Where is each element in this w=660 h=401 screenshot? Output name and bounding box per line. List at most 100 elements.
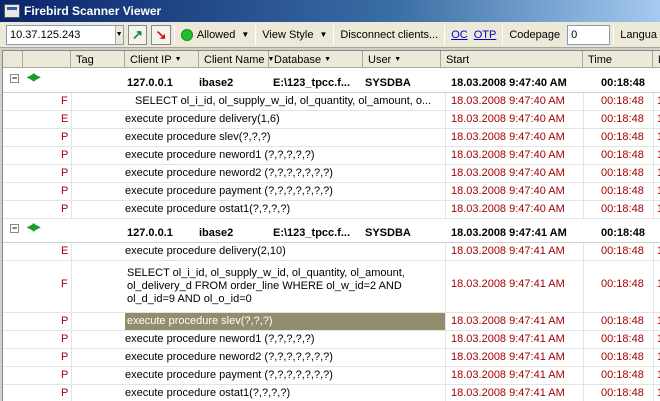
group-client-name: ibase2	[199, 227, 234, 239]
allowed-button[interactable]: Allowed ▼	[178, 25, 252, 45]
row-time: 00:18:48	[601, 167, 644, 179]
row-start: 18.03.2008 9:47:40 AM	[451, 185, 565, 197]
table-row[interactable]: Pexecute procedure slev(?,?,?) 18.03.2008…	[3, 313, 660, 331]
row-start: 18.03.2008 9:47:40 AM	[451, 203, 565, 215]
column-divider	[71, 349, 72, 367]
toolbar-separator	[444, 24, 446, 45]
column-header-extra[interactable]: L	[653, 51, 660, 68]
column-header-label: User	[368, 53, 392, 66]
column-header[interactable]: Time	[583, 51, 653, 68]
column-divider	[445, 111, 446, 129]
column-header[interactable]: Client Name ▼	[199, 51, 274, 68]
table-row[interactable]: Pexecute procedure neword2 (?,?,?,?,?,?,…	[3, 165, 660, 183]
disconnect-clients-button[interactable]: Disconnect clients...	[337, 25, 441, 45]
row-time: 00:18:48	[601, 278, 644, 290]
chevron-down-icon[interactable]: ▼	[175, 56, 182, 63]
connect-icon: ↗	[131, 26, 143, 42]
column-header[interactable]: Tag	[71, 51, 125, 68]
row-time: 00:18:48	[601, 203, 644, 215]
row-tag: F	[61, 278, 68, 290]
column-header[interactable]: Client IP ▼	[125, 51, 199, 68]
row-start: 18.03.2008 9:47:41 AM	[451, 333, 565, 345]
column-divider	[653, 201, 654, 219]
table-row[interactable]: Pexecute procedure slev(?,?,?) 18.03.2008…	[3, 129, 660, 147]
oc-link[interactable]: OC	[448, 25, 471, 45]
chevron-down-icon[interactable]: ▼	[324, 56, 331, 63]
column-header[interactable]: User ▼	[363, 51, 441, 68]
column-divider	[653, 183, 654, 201]
column-header-label: Database	[274, 53, 322, 66]
allowed-label: Allowed	[196, 28, 236, 41]
column-header[interactable]: Database ▼	[269, 51, 363, 68]
group-row[interactable]: − ◀▶ 127.0.0.1 ibase2 E:\123_tpcc.f... SYSDBA…	[3, 219, 660, 243]
column-divider	[583, 313, 584, 331]
group-user: SYSDBA	[365, 227, 411, 239]
column-divider	[445, 243, 446, 261]
group-row[interactable]: − ◀▶ 127.0.0.1 ibase2 E:\123_tpcc.f... SYSDBA…	[3, 69, 660, 93]
column-divider	[653, 147, 654, 165]
table-row[interactable]: Pexecute procedure neword1 (?,?,?,?,?) 18…	[3, 331, 660, 349]
table-row[interactable]: Pexecute procedure payment (?,?,?,?,?,?,…	[3, 367, 660, 385]
column-divider	[583, 367, 584, 385]
green-dot-icon	[180, 28, 193, 41]
sessions-grid: Tag Client IP ▼ Client Name ▼ Database ▼ User ▼ S…	[2, 50, 660, 401]
codepage-input[interactable]: 0	[567, 24, 611, 45]
otp-link[interactable]: OTP	[471, 25, 500, 45]
row-time: 00:18:48	[601, 315, 644, 327]
row-query: execute procedure neword2 (?,?,?,?,?,?,?…	[125, 351, 333, 363]
column-divider	[653, 129, 654, 147]
column-divider	[71, 183, 72, 201]
column-header[interactable]: Start	[441, 51, 583, 68]
row-time: 00:18:48	[601, 245, 644, 257]
disconnect-button[interactable]: ↘	[151, 24, 171, 45]
table-row[interactable]: Pexecute procedure ostat1(?,?,?,?) 18.03.…	[3, 201, 660, 219]
row-query: execute procedure delivery(1,6)	[125, 113, 280, 125]
host-value: 10.37.125.243	[10, 28, 81, 41]
host-combo[interactable]: 10.37.125.243 ▼	[6, 24, 124, 45]
nav-arrows-icon[interactable]: ◀▶	[27, 222, 40, 233]
column-divider	[71, 165, 72, 183]
column-divider	[71, 367, 72, 385]
view-style-button[interactable]: View Style ▼	[259, 25, 330, 45]
row-query: execute procedure neword1 (?,?,?,?,?)	[125, 333, 315, 345]
row-start: 18.03.2008 9:47:41 AM	[451, 351, 565, 363]
column-divider	[445, 147, 446, 165]
column-divider	[583, 93, 584, 111]
nav-arrows-icon[interactable]: ◀▶	[27, 72, 40, 83]
table-row[interactable]: Pexecute procedure neword1 (?,?,?,?,?) 18…	[3, 147, 660, 165]
toolbar-separator	[333, 24, 335, 45]
collapse-icon[interactable]: −	[10, 224, 19, 233]
column-divider	[653, 367, 654, 385]
row-start: 18.03.2008 9:47:41 AM	[451, 278, 565, 290]
table-row[interactable]: Pexecute procedure payment (?,?,?,?,?,?,…	[3, 183, 660, 201]
group-database: E:\123_tpcc.f...	[273, 227, 351, 239]
column-divider	[71, 243, 72, 261]
table-row[interactable]: F SELECT ol_i_id, ol_supply_w_id, ol_quan…	[3, 261, 660, 313]
table-row[interactable]: Pexecute procedure neword2 (?,?,?,?,?,?,…	[3, 349, 660, 367]
group-start: 18.03.2008 9:47:40 AM	[451, 77, 567, 89]
app-icon	[4, 4, 20, 18]
table-row[interactable]: Eexecute procedure delivery(2,10) 18.03.2…	[3, 243, 660, 261]
header-blank	[3, 51, 23, 68]
codepage-label: Codepage	[509, 28, 561, 41]
row-query: execute procedure ostat1(?,?,?,?)	[125, 387, 291, 399]
connect-button[interactable]: ↗	[127, 24, 148, 45]
table-row[interactable]: Eexecute procedure delivery(1,6) 18.03.20…	[3, 111, 660, 129]
column-divider	[71, 129, 72, 147]
group-time: 00:18:48	[601, 227, 646, 239]
row-query: execute procedure neword2 (?,?,?,?,?,?,?…	[125, 167, 333, 179]
column-divider	[653, 349, 654, 367]
chevron-down-icon[interactable]: ▼	[114, 25, 123, 44]
chevron-down-icon[interactable]: ▼	[394, 56, 401, 63]
column-header-label: Client IP	[130, 53, 172, 66]
row-query: SELECT ol_i_id, ol_supply_w_id, ol_quant…	[127, 267, 405, 305]
collapse-icon[interactable]: −	[10, 74, 19, 83]
language-button[interactable]: Langua	[617, 25, 660, 45]
column-divider	[653, 261, 654, 313]
table-row[interactable]: F SELECT ol_i_id, ol_supply_w_id, ol_quan…	[3, 93, 660, 111]
table-row[interactable]: Pexecute procedure ostat1(?,?,?,?) 18.03.…	[3, 385, 660, 401]
column-divider	[71, 111, 72, 129]
column-divider	[445, 165, 446, 183]
row-start: 18.03.2008 9:47:41 AM	[451, 315, 565, 327]
column-divider	[71, 313, 72, 331]
